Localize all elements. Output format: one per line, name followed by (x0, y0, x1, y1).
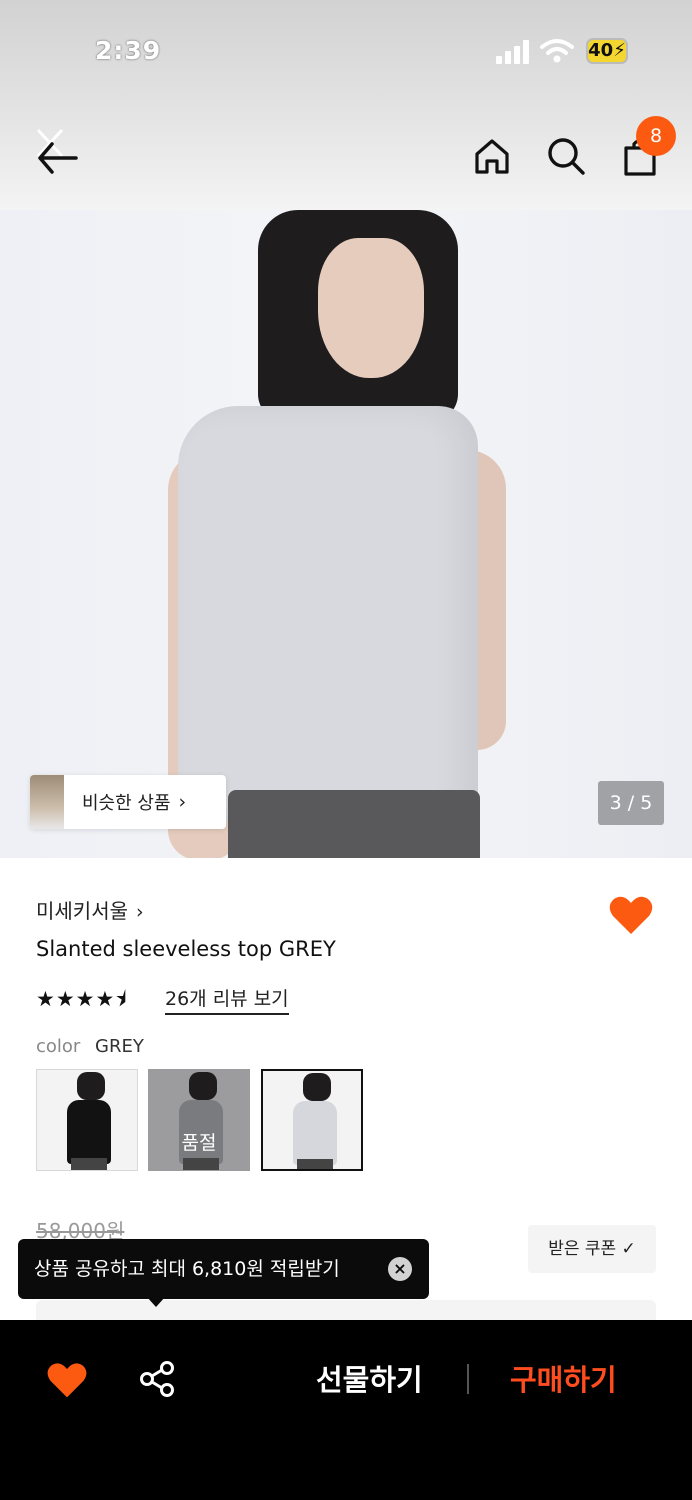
heart-icon[interactable] (46, 1360, 88, 1400)
search-button[interactable] (544, 134, 588, 178)
brand-link[interactable]: 미세키서울 › (36, 895, 144, 924)
status-time: 2:39 (95, 36, 162, 65)
rating-stars: ★★★★⯨ (36, 987, 128, 1011)
product-photo-skirt (228, 790, 480, 858)
home-button[interactable] (470, 134, 514, 178)
top-header: 2:39 40⚡ (0, 0, 692, 212)
color-label: color (36, 1036, 81, 1057)
battery-indicator: 40⚡ (586, 38, 628, 64)
color-swatch-grey[interactable] (261, 1069, 363, 1171)
chevron-right-icon: › (178, 791, 187, 813)
bottom-action-bar (0, 1320, 692, 1500)
signal-icon (496, 40, 530, 64)
buy-button[interactable]: 구매하기 (510, 1357, 617, 1399)
product-title: Slanted sleeveless top GREY (36, 937, 336, 961)
back-arrow-icon (36, 128, 78, 174)
cart-count-badge: 8 (636, 116, 676, 156)
similar-product-thumbnail (30, 775, 64, 829)
similar-products-button[interactable]: 비슷한 상품 › (30, 775, 226, 829)
product-photo-face (318, 238, 424, 378)
brand-name: 미세키서울 (36, 899, 128, 923)
favorite-heart-icon[interactable] (608, 894, 654, 936)
product-image-carousel[interactable]: 비슷한 상품 › 3 / 5 (0, 210, 692, 858)
color-swatch-black[interactable] (36, 1069, 138, 1171)
close-icon[interactable]: × (388, 1257, 412, 1281)
similar-products-label: 비슷한 상품 (82, 793, 171, 814)
share-reward-toast: 상품 공유하고 최대 6,810원 적립받기 (18, 1239, 429, 1299)
color-swatch-charcoal[interactable]: 품절 (148, 1069, 250, 1171)
back-button[interactable] (28, 118, 84, 178)
review-link[interactable]: 26개 리뷰 보기 (165, 984, 289, 1015)
color-value: GREY (95, 1036, 144, 1057)
image-counter: 3 / 5 (598, 781, 664, 825)
toast-pointer (146, 1296, 166, 1307)
home-icon (475, 139, 509, 174)
received-coupon-button[interactable]: 받은 쿠폰 ✓ (528, 1225, 656, 1273)
search-icon (548, 138, 585, 175)
wifi-icon (540, 39, 574, 63)
product-photo-top (178, 406, 478, 822)
bar-divider (467, 1364, 469, 1394)
soldout-label: 품절 (181, 1132, 217, 1154)
toast-message: 상품 공유하고 최대 6,810원 적립받기 (34, 1258, 340, 1280)
gift-button[interactable]: 선물하기 (316, 1357, 423, 1399)
chevron-right-icon: › (136, 901, 144, 923)
share-icon[interactable] (138, 1360, 176, 1398)
